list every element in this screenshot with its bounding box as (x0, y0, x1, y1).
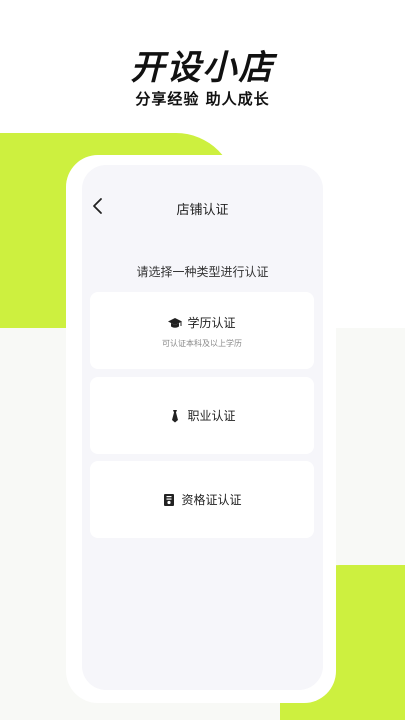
option-note: 可认证本科及以上学历 (162, 339, 242, 348)
option-title-row: 资格证认证 (90, 491, 314, 508)
education-certification-option[interactable]: 学历认证 可认证本科及以上学历 (90, 292, 314, 369)
hero-subtitle: 分享经验 助人成长 (135, 90, 270, 108)
app-screen: 店铺认证 请选择一种类型进行认证 学历认证 可认证本科及以上学历 职业认证 资格… (82, 165, 323, 690)
page-title: 店铺认证 (176, 203, 229, 218)
hero-title: 开设小店 (130, 48, 275, 88)
option-label: 资格证认证 (181, 493, 242, 507)
certificate-icon (164, 493, 175, 506)
occupation-certification-option[interactable]: 职业认证 (90, 377, 314, 454)
necktie-icon (172, 409, 179, 422)
option-title-row: 学历认证 (90, 314, 314, 331)
option-label: 职业认证 (187, 409, 236, 423)
instruction-text: 请选择一种类型进行认证 (136, 265, 269, 279)
option-title-row: 职业认证 (90, 407, 314, 424)
option-label: 学历认证 (187, 316, 236, 330)
graduation-cap-icon (168, 317, 183, 328)
qualification-certification-option[interactable]: 资格证认证 (90, 461, 314, 538)
